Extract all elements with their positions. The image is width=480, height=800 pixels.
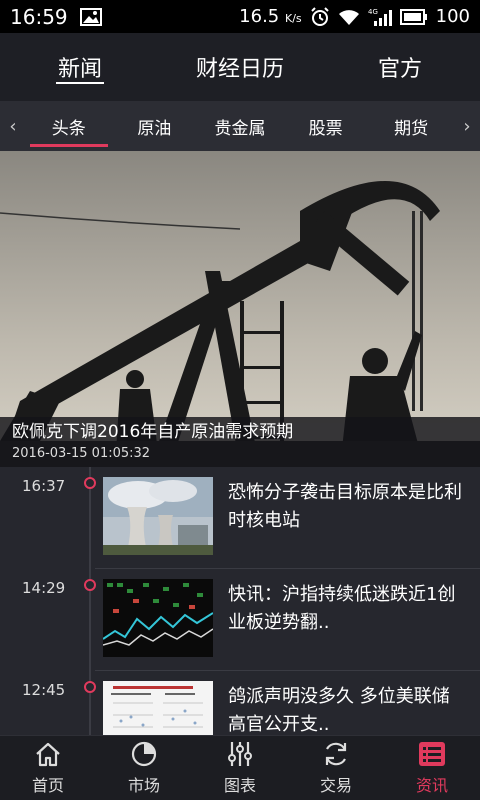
chevron-left-icon[interactable]: ‹ <box>0 101 26 151</box>
image-icon <box>79 7 102 26</box>
nav-news-label: 资讯 <box>415 776 448 795</box>
category-crude-oil[interactable]: 原油 <box>112 101 198 151</box>
net-speed: 16.5 K/s <box>239 6 302 27</box>
tab-official[interactable]: 官方 <box>320 33 480 101</box>
svg-text:4G: 4G <box>368 8 378 16</box>
tab-finance-calendar[interactable]: 财经日历 <box>160 33 320 101</box>
category-headlines[interactable]: 头条 <box>26 101 112 151</box>
nuclear-plant-image <box>103 477 213 555</box>
stock-chart-image <box>103 579 213 657</box>
nav-trade-label: 交易 <box>319 776 352 795</box>
news-headline: 快讯：沪指持续低迷跌近1创业板逆势翻.. <box>228 584 456 633</box>
home-icon <box>33 740 63 768</box>
bottom-nav: 首页 市场 图表 交易 资讯 <box>0 735 480 800</box>
news-item[interactable]: 12:45 鸽派声明没多久 多位美联储高官公开支.. <box>0 671 480 735</box>
hero-timestamp: 2016-03-15 01:05:32 <box>12 446 151 461</box>
news-item[interactable]: 16:37 恐怖分子袭击目标原本是比利时核电站 <box>0 467 480 569</box>
news-time: 16:37 <box>22 477 66 495</box>
category-precious-metals[interactable]: 贵金属 <box>197 101 283 151</box>
nav-market-label: 市场 <box>127 776 160 795</box>
hero-title: 欧佩克下调2016年自产原油需求预期 <box>12 422 294 442</box>
news-feed: 16:37 恐怖分子袭击目标原本是比利时核电站 14:29 快讯：沪指持续低迷跌… <box>0 467 480 735</box>
category-stocks[interactable]: 股票 <box>283 101 369 151</box>
news-headline: 恐怖分子袭击目标原本是比利时核电站 <box>228 482 462 531</box>
wifi-icon <box>338 8 360 26</box>
status-time: 16:59 <box>10 4 68 29</box>
nav-home[interactable]: 首页 <box>0 736 96 800</box>
nav-market[interactable]: 市场 <box>96 736 192 800</box>
nav-news[interactable]: 资讯 <box>384 736 480 800</box>
alarm-icon <box>310 6 330 27</box>
news-time: 12:45 <box>22 681 66 699</box>
nav-trade[interactable]: 交易 <box>288 736 384 800</box>
news-headline: 鸽派声明没多久 多位美联储高官公开支.. <box>228 686 450 735</box>
news-time: 14:29 <box>22 579 66 597</box>
nav-charts[interactable]: 图表 <box>192 736 288 800</box>
app-root: 16:59 16.5 K/s 4G 100 新闻 财经日历 官方 ‹ 头条 原油… <box>0 0 480 800</box>
top-tabs: 新闻 财经日历 官方 <box>0 33 480 101</box>
news-list-icon <box>417 740 447 768</box>
timeline-dot <box>84 477 96 489</box>
status-bar: 16:59 16.5 K/s 4G 100 <box>0 0 480 33</box>
category-futures[interactable]: 期货 <box>368 101 454 151</box>
battery-level: 100 <box>435 6 470 27</box>
timeline-dot <box>84 681 96 693</box>
document-chart-image <box>103 681 213 735</box>
category-bar: ‹ 头条 原油 贵金属 股票 期货 › <box>0 101 480 151</box>
nav-charts-label: 图表 <box>223 776 256 795</box>
nav-home-label: 首页 <box>31 776 64 795</box>
chevron-right-icon[interactable]: › <box>454 101 480 151</box>
signal-icon: 4G <box>368 7 392 27</box>
timeline-dot <box>84 579 96 591</box>
hero-caption: 欧佩克下调2016年自产原油需求预期 2016-03-15 01:05:32 <box>0 417 480 467</box>
hero-banner[interactable]: 欧佩克下调2016年自产原油需求预期 2016-03-15 01:05:32 <box>0 151 480 467</box>
news-item[interactable]: 14:29 快讯：沪指持续低迷跌近1创业板逆势翻.. <box>0 569 480 671</box>
sliders-icon <box>225 740 255 768</box>
refresh-icon <box>321 740 351 768</box>
active-tab-indicator <box>56 82 104 84</box>
pie-chart-icon <box>129 740 159 768</box>
battery-icon <box>399 8 428 25</box>
tab-news[interactable]: 新闻 <box>0 33 160 101</box>
